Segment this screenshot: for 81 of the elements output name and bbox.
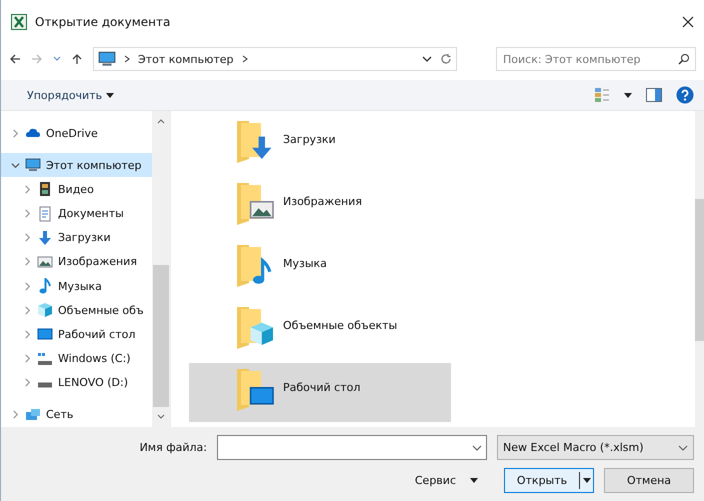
back-arrow-icon[interactable] bbox=[9, 53, 21, 65]
split-caret-icon bbox=[582, 478, 590, 483]
history-chevron-icon[interactable] bbox=[422, 55, 432, 63]
down-arrow-icon bbox=[37, 230, 53, 246]
open-button[interactable]: Открыть bbox=[504, 468, 594, 493]
close-icon[interactable] bbox=[682, 16, 694, 28]
scroll-up-icon[interactable] bbox=[157, 117, 165, 125]
folder-item[interactable]: Рабочий стол bbox=[189, 363, 451, 422]
cancel-button[interactable]: Отмена bbox=[604, 468, 694, 493]
sidebar-item[interactable]: Windows (C:) bbox=[1, 346, 152, 371]
view-caret-icon bbox=[624, 92, 632, 98]
collapsed-chevron-icon[interactable] bbox=[23, 306, 32, 315]
folder-item[interactable]: Музыка bbox=[189, 239, 451, 298]
dropdown-chevron-icon[interactable] bbox=[472, 444, 482, 450]
sidebar-item[interactable]: Сеть bbox=[1, 402, 152, 428]
expanded-chevron-icon[interactable] bbox=[11, 160, 20, 170]
filename-field[interactable] bbox=[217, 435, 487, 460]
collapsed-chevron-icon[interactable] bbox=[23, 257, 32, 266]
sidebar-item[interactable]: Изображения bbox=[1, 250, 152, 274]
search-field[interactable]: Поиск: Этот компьютер bbox=[496, 47, 696, 71]
folder-item[interactable]: Объемные объекты bbox=[189, 301, 451, 360]
sidebar-item[interactable]: Объемные объ bbox=[1, 298, 152, 322]
desktop-icon bbox=[37, 326, 53, 342]
scrollbar[interactable] bbox=[152, 111, 170, 427]
sidebar-item[interactable]: OneDrive bbox=[1, 121, 152, 146]
preview-pane-icon[interactable] bbox=[646, 88, 662, 102]
folder-item[interactable]: Изображения bbox=[189, 177, 451, 236]
breadcrumb-chevron-icon bbox=[124, 55, 130, 63]
scrollbar-thumb[interactable] bbox=[153, 265, 169, 407]
collapsed-chevron-icon[interactable] bbox=[23, 184, 32, 194]
refresh-icon[interactable] bbox=[440, 53, 452, 65]
dropdown-chevron-icon bbox=[678, 444, 688, 450]
sidebar-item[interactable]: LENOVO (D:) bbox=[1, 370, 152, 395]
excel-logo-icon bbox=[11, 14, 27, 30]
document-icon bbox=[37, 206, 53, 222]
collapsed-chevron-icon[interactable] bbox=[23, 330, 32, 339]
dropdown-caret-icon bbox=[470, 478, 478, 483]
collapsed-chevron-icon[interactable] bbox=[11, 128, 20, 138]
sidebar-item[interactable]: Загрузки bbox=[1, 226, 152, 250]
sidebar-item[interactable]: Этот компьютер bbox=[1, 153, 152, 178]
collapsed-chevron-icon[interactable] bbox=[23, 209, 32, 218]
sidebar-item[interactable]: Рабочий стол bbox=[1, 322, 152, 347]
address-path[interactable]: Этот компьютер bbox=[138, 52, 234, 66]
tools-button[interactable]: Сервис bbox=[408, 473, 484, 488]
forward-arrow-icon[interactable] bbox=[31, 53, 43, 65]
filename-label: Имя файла: bbox=[140, 441, 207, 454]
sidebar-item[interactable]: Видео bbox=[1, 177, 152, 202]
drive-icon bbox=[37, 382, 53, 388]
folder-item[interactable]: Загрузки bbox=[189, 115, 451, 174]
dropdown-caret-icon bbox=[106, 92, 114, 98]
folder-icon bbox=[235, 367, 275, 411]
folder-icon bbox=[235, 305, 275, 349]
address-bar[interactable]: Этот компьютер bbox=[93, 47, 457, 71]
help-icon[interactable] bbox=[676, 86, 694, 104]
collapsed-chevron-icon[interactable] bbox=[23, 354, 32, 364]
recent-chevron-icon[interactable] bbox=[53, 55, 61, 63]
network-icon bbox=[25, 406, 41, 423]
organize-button[interactable]: Упорядочить bbox=[27, 88, 114, 102]
monitor-icon bbox=[98, 50, 116, 68]
scroll-down-icon[interactable] bbox=[157, 413, 165, 421]
scrollbar[interactable] bbox=[695, 111, 704, 427]
search-icon bbox=[678, 53, 690, 65]
music-note-icon bbox=[37, 278, 53, 294]
up-arrow-icon[interactable] bbox=[71, 53, 83, 65]
sidebar-item[interactable]: Музыка bbox=[1, 274, 152, 298]
scrollbar-thumb[interactable] bbox=[695, 199, 704, 341]
folder-icon bbox=[235, 181, 275, 225]
monitor-icon bbox=[25, 157, 41, 174]
film-icon bbox=[37, 181, 53, 198]
collapsed-chevron-icon[interactable] bbox=[11, 410, 20, 420]
cube-icon bbox=[37, 302, 53, 318]
breadcrumb-chevron-icon bbox=[242, 55, 248, 63]
collapsed-chevron-icon[interactable] bbox=[23, 282, 32, 291]
system-drive-icon bbox=[37, 350, 53, 367]
window-title: Открытие документа bbox=[35, 15, 172, 29]
sidebar-item[interactable]: Документы bbox=[1, 202, 152, 226]
file-type-dropdown[interactable]: New Excel Macro (*.xlsm) bbox=[497, 435, 694, 460]
collapsed-chevron-icon[interactable] bbox=[23, 233, 32, 242]
view-options-icon[interactable] bbox=[594, 87, 610, 103]
picture-icon bbox=[37, 254, 53, 270]
collapsed-chevron-icon[interactable] bbox=[23, 378, 32, 388]
